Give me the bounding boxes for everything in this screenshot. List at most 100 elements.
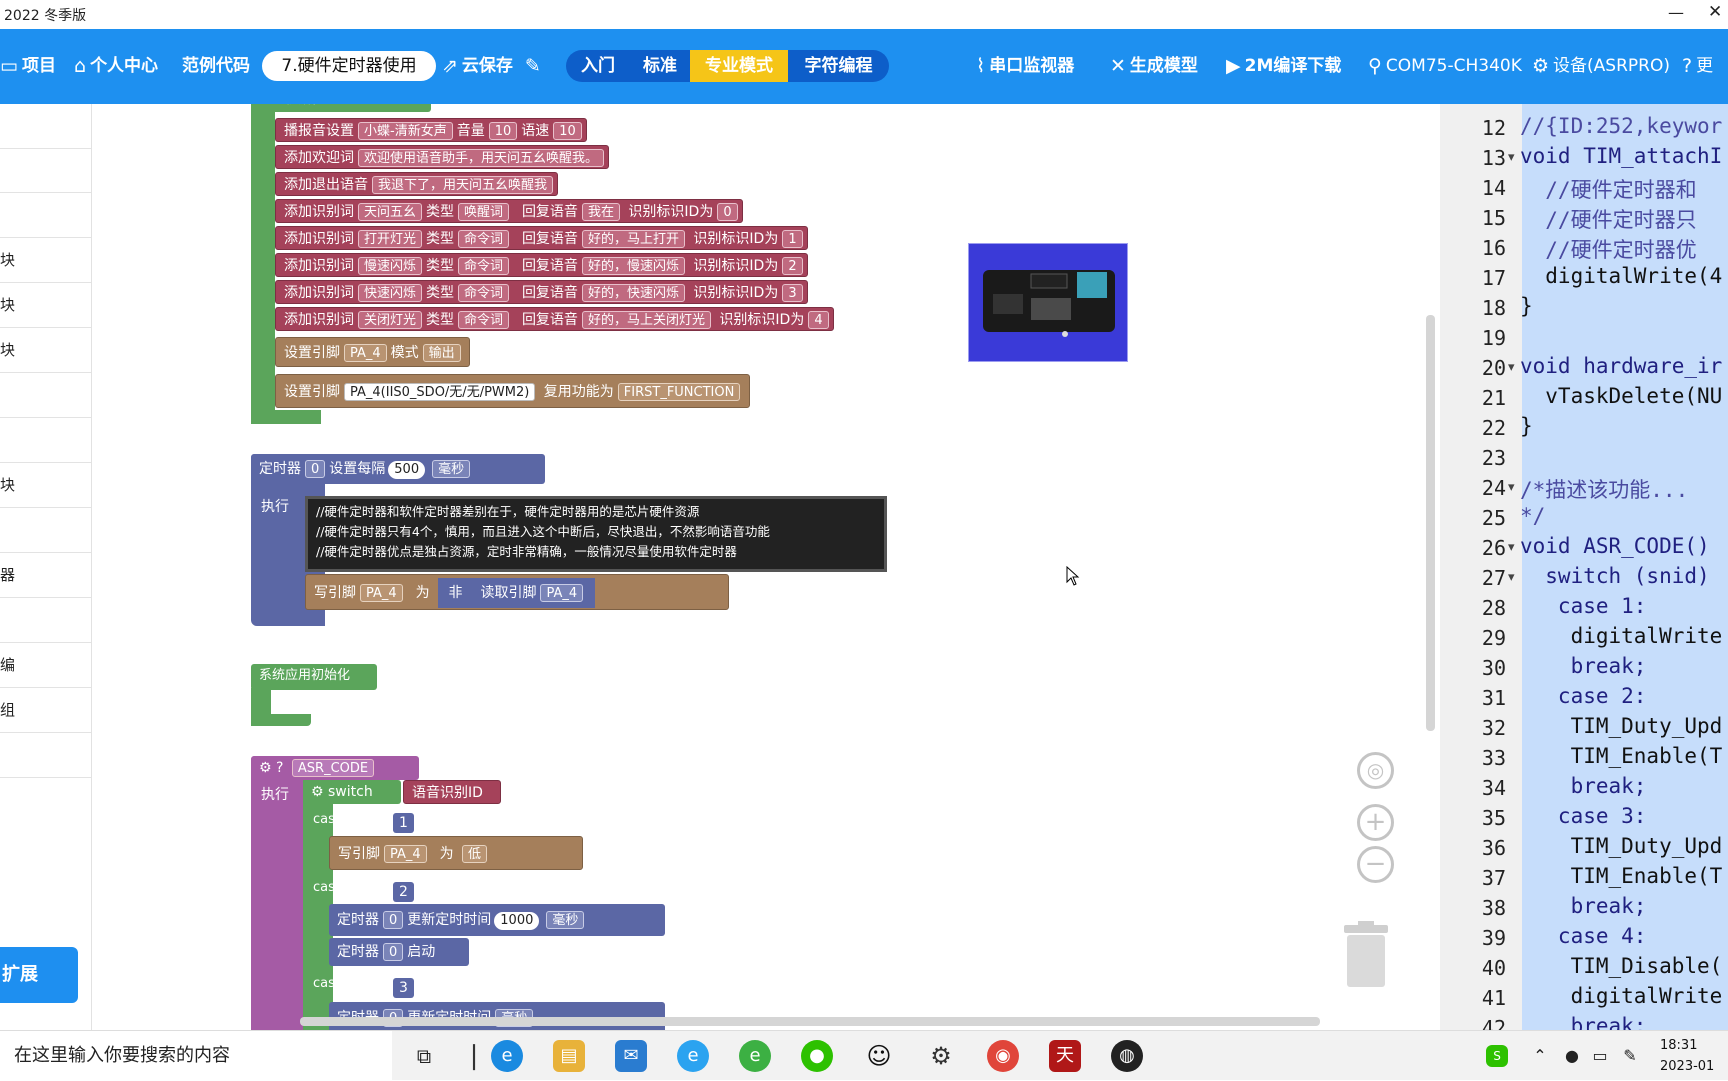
asr-word-block[interactable]: 添加识别词 快速闪烁 类型 命令词 回复语音 好的，快速闪烁 识别标识ID为 3 xyxy=(275,280,808,304)
mail-icon[interactable]: ✉ xyxy=(615,1040,647,1072)
zoom-out-icon[interactable]: − xyxy=(1357,846,1394,883)
code-line[interactable]: TIM_Enable(T xyxy=(1520,864,1723,888)
mode-text-coding[interactable]: 字符编程 xyxy=(788,50,889,82)
timer-unit-dropdown[interactable]: 毫秒 xyxy=(546,911,585,929)
code-line[interactable]: void TIM_attachI xyxy=(1520,144,1722,168)
code-line[interactable]: void hardware_ir xyxy=(1520,354,1722,378)
asr-code-block[interactable]: ⚙ ? ASR_CODE xyxy=(251,756,419,780)
mode-dropdown[interactable]: 输出 xyxy=(422,344,461,362)
category-item[interactable]: 块 xyxy=(0,328,91,373)
category-item[interactable] xyxy=(0,373,91,418)
asr-id[interactable]: 3 xyxy=(782,284,803,302)
case-value[interactable]: 3 xyxy=(393,978,414,998)
code-line[interactable]: case 4: xyxy=(1520,924,1647,948)
code-line[interactable]: switch (snid) xyxy=(1520,564,1709,588)
more-button[interactable]: ? 更 xyxy=(1682,51,1713,81)
block-workspace[interactable]: 上电初始化 播报音设置小蝶-清新女声音量10语速10 添加欢迎词欢迎使用语音助手… xyxy=(93,104,1438,1030)
level-dropdown[interactable]: 低 xyxy=(462,845,488,863)
browser-icon[interactable]: e xyxy=(677,1040,709,1072)
battery-icon[interactable]: ▭ xyxy=(1584,1040,1616,1072)
qq-icon[interactable]: ☺ xyxy=(863,1040,895,1072)
asr-id[interactable]: 0 xyxy=(717,203,738,221)
asr-type-dropdown[interactable]: 命令词 xyxy=(458,311,510,329)
speed-dropdown[interactable]: 10 xyxy=(553,122,582,140)
timer-value-input[interactable]: 1000 xyxy=(494,912,540,930)
minimize-button[interactable]: — xyxy=(1668,3,1684,22)
asr-type-dropdown[interactable]: 命令词 xyxy=(458,284,510,302)
case-value[interactable]: 1 xyxy=(393,813,414,833)
compile-download-button[interactable]: ▶ 2M编译下载 xyxy=(1226,51,1341,81)
asr-word-block[interactable]: 添加识别词 慢速闪烁 类型 命令词 回复语音 好的，慢速闪烁 识别标识ID为 2 xyxy=(275,253,808,277)
chrome-icon[interactable]: ◉ xyxy=(987,1040,1019,1072)
timer-block[interactable]: 定时器 0 设置每隔 500 毫秒 xyxy=(251,454,545,484)
asr-word-block[interactable]: 添加识别词 打开灯光 类型 命令词 回复语音 好的，马上打开 识别标识ID为 1 xyxy=(275,226,808,250)
category-item[interactable]: 块 xyxy=(0,238,91,283)
asr-type-dropdown[interactable]: 唤醒词 xyxy=(458,203,510,221)
category-item[interactable]: 器 xyxy=(0,553,91,598)
welcome-block[interactable]: 添加欢迎词 欢迎使用语音助手，用天问五幺唤醒我。 xyxy=(275,145,610,169)
category-item[interactable] xyxy=(0,733,91,778)
asr-reply[interactable]: 我在 xyxy=(581,203,620,221)
asr-type-dropdown[interactable]: 命令词 xyxy=(458,230,510,248)
edge-icon[interactable]: e xyxy=(491,1040,523,1072)
tray-app-icon[interactable]: S xyxy=(1486,1045,1508,1067)
code-line[interactable]: void ASR_CODE() xyxy=(1520,534,1710,558)
timer-interval-input[interactable]: 500 xyxy=(388,461,426,479)
code-line[interactable]: digitalWrite xyxy=(1520,624,1723,648)
code-line[interactable]: //{ID:252,keywor xyxy=(1520,114,1722,138)
volume-dropdown[interactable]: 10 xyxy=(488,122,518,140)
asr-word-block[interactable]: 添加识别词 天问五幺 类型 唤醒词 回复语音 我在 识别标识ID为 0 xyxy=(275,199,743,223)
vertical-scrollbar[interactable] xyxy=(1426,315,1435,731)
switch-block[interactable]: ⚙ switch xyxy=(303,780,401,804)
taskbar-search-input[interactable]: 在这里输入你要搜索的内容 xyxy=(0,1031,392,1081)
tray-chevron-icon[interactable]: ⌃ xyxy=(1524,1040,1556,1072)
timer-id-dropdown[interactable]: 0 xyxy=(305,460,326,478)
pen-icon[interactable]: ✎ xyxy=(1614,1040,1646,1072)
examples-button[interactable]: 范例代码 xyxy=(182,51,250,81)
write-pin-block[interactable]: 写引脚 PA_4 为 非读取引脚 PA_4 xyxy=(305,574,729,610)
mode-standard[interactable]: 标准 xyxy=(630,50,690,82)
code-line[interactable]: break; xyxy=(1520,1014,1647,1030)
settings-icon[interactable]: ⚙ xyxy=(925,1040,957,1072)
category-item[interactable] xyxy=(0,508,91,553)
pin-dropdown[interactable]: PA_4 xyxy=(384,845,427,863)
code-line[interactable]: //硬件定时器只 xyxy=(1520,204,1696,234)
case1-write-pin-block[interactable]: 写引脚 PA_4 为 低 xyxy=(329,836,583,870)
mode-professional[interactable]: 专业模式 xyxy=(690,50,788,82)
code-line[interactable]: vTaskDelete(NU xyxy=(1520,384,1722,408)
task-view-icon[interactable]: ⧉ xyxy=(408,1040,440,1072)
code-line[interactable]: */ xyxy=(1520,504,1545,528)
extension-button[interactable]: 扩展 xyxy=(0,947,78,1003)
fold-icon[interactable]: ▾ xyxy=(1508,480,1515,495)
ie-icon[interactable]: e xyxy=(739,1040,771,1072)
category-item[interactable]: 编 xyxy=(0,643,91,688)
code-line[interactable]: TIM_Disable( xyxy=(1520,954,1723,978)
pin-function-block[interactable]: 设置引脚 PA_4(IIS0_SDO/无/无/PWM2) 复用功能为 FIRST_F… xyxy=(275,374,750,408)
function-name[interactable]: ASR_CODE xyxy=(291,759,375,777)
exit-text[interactable]: 我退下了，用天问五幺唤醒我 xyxy=(372,176,554,194)
asr-word[interactable]: 关闭灯光 xyxy=(358,311,423,329)
asr-word[interactable]: 慢速闪烁 xyxy=(358,257,423,275)
exit-voice-block[interactable]: 添加退出语音 我退下了，用天问五幺唤醒我 xyxy=(275,172,559,196)
timer-id-dropdown[interactable]: 0 xyxy=(383,943,404,961)
timer-id-dropdown[interactable]: 0 xyxy=(383,911,404,929)
code-line[interactable]: TIM_Duty_Upd xyxy=(1520,714,1723,738)
asr-reply[interactable]: 好的，快速闪烁 xyxy=(581,284,685,302)
category-item[interactable] xyxy=(0,148,91,193)
code-editor[interactable]: 12//{ID:252,keywor 13 ▾ void TIM_attachI 14 … xyxy=(1440,104,1728,1030)
code-line[interactable]: TIM_Duty_Upd xyxy=(1520,834,1723,858)
asr-id[interactable]: 2 xyxy=(782,257,803,275)
code-line[interactable]: digitalWrite(4 xyxy=(1520,264,1722,288)
tts-setting-block[interactable]: 播报音设置 小蝶-清新女声 音量 10 语速 10 xyxy=(275,118,587,142)
asr-id[interactable]: 1 xyxy=(782,230,803,248)
category-item[interactable] xyxy=(0,104,91,149)
asr-reply[interactable]: 好的，马上关闭灯光 xyxy=(581,311,711,329)
gear-icon[interactable]: ⚙ xyxy=(311,784,324,800)
category-item[interactable] xyxy=(0,598,91,643)
recenter-icon[interactable]: ◎ xyxy=(1357,752,1394,789)
close-button[interactable]: ✕ xyxy=(1708,2,1722,22)
code-line[interactable]: break; xyxy=(1520,894,1647,918)
fold-icon[interactable]: ▾ xyxy=(1508,540,1515,555)
welcome-text[interactable]: 欢迎使用语音助手，用天问五幺唤醒我。 xyxy=(358,149,605,167)
wechat-icon[interactable]: ● xyxy=(801,1040,833,1072)
